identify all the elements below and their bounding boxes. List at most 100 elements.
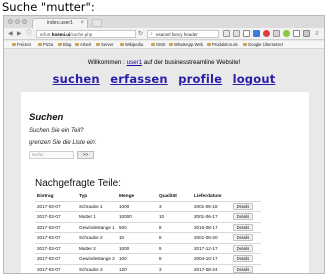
search-panel: Suchen Suchen Sie ein Teil? grenzen Sie … [21, 92, 309, 273]
url-prefix: erfurt. [40, 32, 52, 37]
site-navigation: suchen erfassen profile logout [4, 70, 324, 88]
table-cell: 2017-12-17 [192, 242, 231, 254]
bookmark-item[interactable]: Arbeit [75, 42, 91, 48]
table-cell: 2001-05-18 [192, 200, 231, 212]
table-cell: 1000 [117, 200, 157, 212]
download-icon[interactable] [243, 30, 250, 37]
tab-bar: index.user1 × [4, 16, 324, 28]
addon-icon[interactable] [263, 30, 270, 37]
search-input[interactable]: suche [29, 151, 74, 159]
close-tab-icon[interactable]: × [80, 19, 84, 28]
details-cell: Details [231, 200, 261, 212]
parts-table: Eintrag Typ Menge Qualität Lieferdatum 2… [35, 193, 261, 273]
table-row: 2017-03-07 Schraube 1 1000 3 2001-05-18 Detai… [35, 200, 261, 212]
bookmark-item[interactable]: WhatsApp Web [169, 42, 203, 48]
bookmark-item[interactable]: Wikipedia [120, 42, 143, 48]
menu-icon[interactable]: ≡ [315, 30, 319, 38]
navigation-bar: ◀ ▶ ⓘ erfurt.hoemi.ui/suche.php ↻ ⌕ esam… [4, 28, 324, 40]
table-row: 2017-03-07 Mutter 1 10000 10 2001-06-17 Detai… [35, 211, 261, 222]
bookmark-item[interactable]: Server [96, 42, 113, 48]
welcome-prefix: Willkommen : [87, 59, 127, 66]
details-cell: Details [231, 253, 261, 264]
table-header-row: Eintrag Typ Menge Qualität Lieferdatum [35, 193, 261, 201]
table-cell: 8 [157, 253, 192, 264]
close-window-icon[interactable] [8, 19, 13, 24]
column-header: Lieferdatum [194, 194, 222, 200]
table-cell: Gewindestange 2 [77, 253, 117, 264]
nav-link-erfassen[interactable]: erfassen [110, 72, 168, 86]
table-cell: Mutter 1 [77, 211, 117, 222]
search-question: Suchen Sie ein Teil? [29, 128, 84, 134]
details-button[interactable]: Details [233, 244, 253, 252]
bookmark-icon[interactable] [253, 30, 260, 37]
forward-icon[interactable]: ▶ [17, 30, 22, 38]
sync-icon[interactable] [283, 30, 290, 37]
table-cell: 10000 [117, 211, 157, 222]
back-icon[interactable]: ◀ [8, 30, 13, 38]
table-cell: Gewindestange 1 [77, 221, 117, 233]
bookmark-item[interactable]: Blog [58, 42, 71, 48]
nav-link-profile[interactable]: profile [178, 72, 222, 86]
table-row: 2017-03-07 Mutter 2 1000 9 2017-12-17 Details [35, 242, 261, 254]
table-cell: 2017-03-07 [35, 242, 77, 254]
table-cell: 100 [117, 253, 157, 264]
details-button[interactable]: Details [233, 255, 253, 263]
details-button[interactable]: Details [233, 223, 253, 231]
home-icon[interactable] [293, 30, 300, 37]
details-button[interactable]: Details [233, 234, 253, 242]
table-cell: 2017-03-07 [35, 263, 77, 273]
nav-link-logout[interactable]: logout [233, 72, 276, 86]
table-cell: 10 [117, 232, 157, 243]
page-caption: Suche "mutter": [2, 0, 95, 14]
bookmarks-bar: Freizeit Pizza Blog Arbeit Server Wikipe… [4, 41, 324, 49]
table-cell: 3 [157, 263, 192, 273]
bookmark-item[interactable]: Google Übersetzer [243, 42, 283, 48]
info-icon[interactable]: ⓘ [26, 30, 32, 38]
table-cell: 2017-03-07 [35, 211, 77, 222]
details-button[interactable]: Details [233, 266, 253, 273]
bookmark-item[interactable]: Freizeit [12, 42, 31, 48]
table-cell: 8 [157, 232, 192, 243]
reload-icon[interactable]: ↻ [138, 30, 143, 37]
new-tab-button[interactable] [92, 19, 102, 27]
table-cell: 2015-08-17 [192, 221, 231, 233]
table-cell: 2017-03-07 [35, 253, 77, 264]
search-icon: ⌕ [150, 31, 153, 37]
table-cell: 10 [157, 211, 192, 222]
details-cell: Details [231, 263, 261, 273]
reader-icon[interactable] [233, 30, 240, 37]
minimize-window-icon[interactable] [15, 19, 20, 24]
tab-title: index.user1 [47, 20, 73, 26]
table-cell: 2017-08-24 [192, 263, 231, 273]
search-submit-button[interactable]: >> [77, 151, 94, 159]
table-row: 2017-03-07 Schraube 2 10 8 2001-06-20 Details [35, 232, 261, 243]
table-row: 2017-03-07 Gewindestange 1 500 8 2015-08-17 D… [35, 221, 261, 233]
star-icon[interactable] [223, 30, 230, 37]
column-header: Typ [79, 194, 88, 200]
table-cell: 2017-03-07 [35, 232, 77, 243]
maximize-window-icon[interactable] [22, 19, 27, 24]
details-cell: Details [231, 221, 261, 233]
window-controls [8, 19, 27, 24]
browser-tab[interactable]: index.user1 × [32, 18, 88, 28]
nav-link-suchen[interactable]: suchen [53, 72, 100, 86]
column-header: Eintrag [37, 194, 54, 200]
bookmark-item[interactable]: Produktion.de [207, 42, 238, 48]
table-cell: 2004-10-17 [192, 253, 231, 264]
table-title: Nachgefragte Teile: [35, 178, 121, 189]
address-bar[interactable]: erfurt.hoemi.ui/suche.php [36, 30, 136, 38]
extension-icon[interactable] [273, 30, 280, 37]
pocket-icon[interactable] [303, 30, 310, 37]
table-cell: 2001-06-20 [192, 232, 231, 243]
table-cell: 120 [117, 263, 157, 273]
browser-search-field[interactable]: ⌕ esamel fancy header [147, 30, 219, 38]
welcome-suffix: auf der businesstreamline Website! [142, 59, 241, 66]
table-cell: 500 [117, 221, 157, 233]
details-button[interactable]: Details [233, 202, 253, 210]
bookmark-item[interactable]: Pizza [38, 42, 53, 48]
table-cell: Schraube 2 [77, 232, 117, 243]
user-link[interactable]: user1 [127, 59, 142, 66]
table-cell: 9 [157, 242, 192, 254]
bookmark-item[interactable]: GMX [151, 42, 166, 48]
details-button[interactable]: Details [233, 213, 253, 221]
